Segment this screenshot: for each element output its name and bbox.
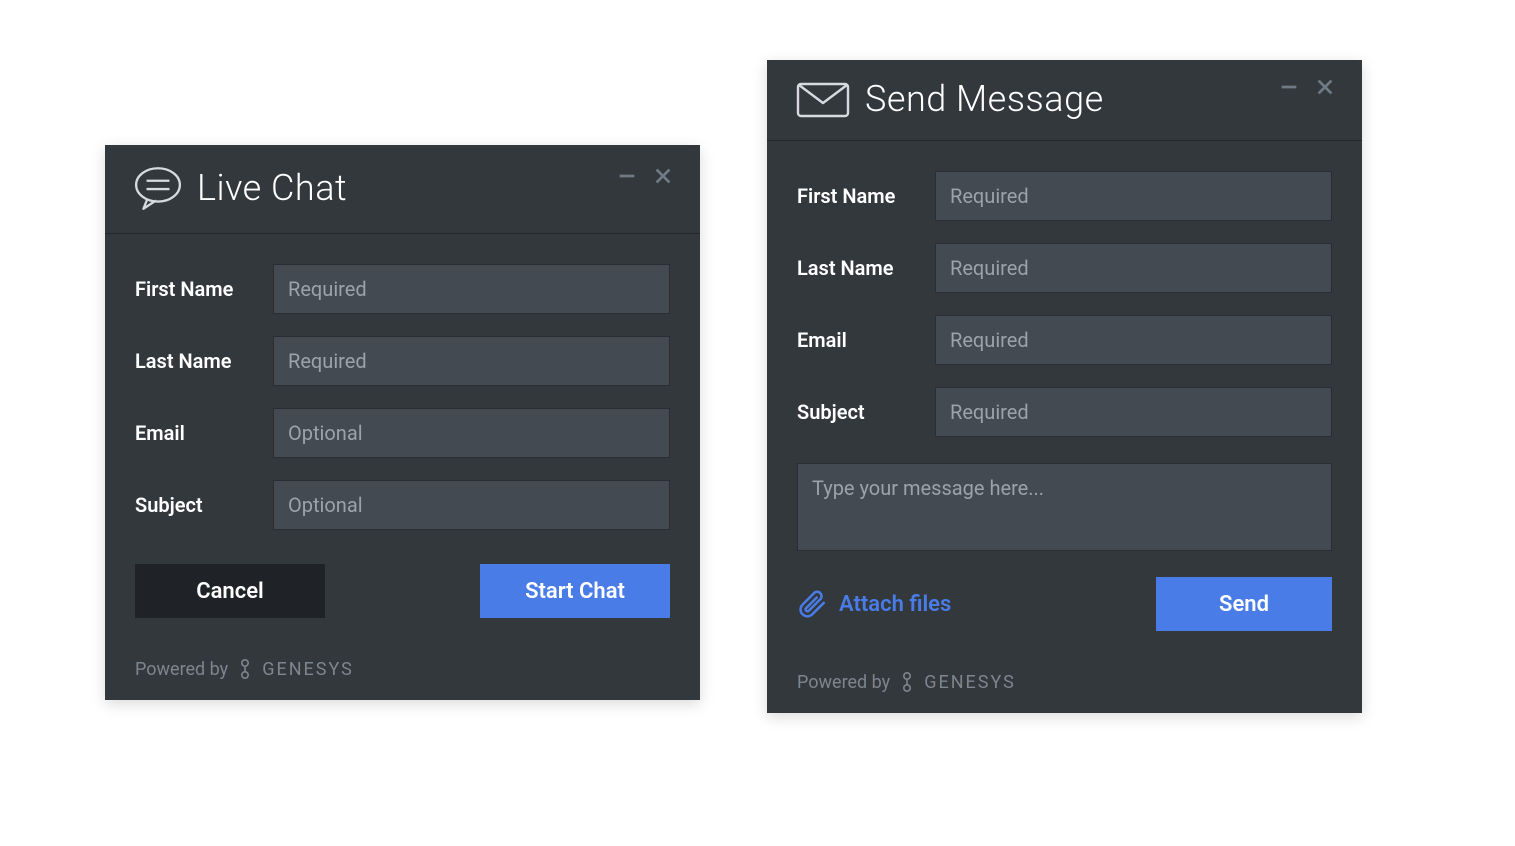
paperclip-icon	[797, 589, 827, 619]
send-message-header: Send Message	[767, 60, 1362, 141]
powered-by-text: Powered by	[135, 659, 228, 680]
send-message-button-row: Attach files Send	[797, 577, 1332, 631]
subject-input[interactable]	[273, 480, 670, 530]
email-label: Email	[135, 421, 273, 445]
close-button[interactable]	[1314, 76, 1336, 102]
powered-by-text: Powered by	[797, 672, 890, 693]
send-button[interactable]: Send	[1156, 577, 1332, 631]
live-chat-title: Live Chat	[197, 167, 616, 209]
email-input[interactable]	[935, 315, 1332, 365]
email-label: Email	[797, 328, 935, 352]
live-chat-widget: Live Chat First Name Last Name Email	[105, 145, 700, 700]
attach-files-button[interactable]: Attach files	[797, 589, 951, 619]
genesys-logo-icon	[898, 671, 916, 693]
subject-label: Subject	[135, 493, 273, 517]
chat-bubble-icon	[133, 163, 183, 213]
live-chat-header: Live Chat	[105, 145, 700, 234]
subject-label: Subject	[797, 400, 935, 424]
start-chat-button[interactable]: Start Chat	[480, 564, 670, 618]
minimize-button[interactable]	[1278, 76, 1300, 102]
last-name-row: Last Name	[797, 243, 1332, 293]
send-message-widget: Send Message First Name Last Name Email	[767, 60, 1362, 713]
email-input[interactable]	[273, 408, 670, 458]
send-message-form: First Name Last Name Email Subject	[767, 141, 1362, 653]
close-button[interactable]	[652, 165, 674, 191]
subject-row: Subject	[797, 387, 1332, 437]
first-name-input[interactable]	[273, 264, 670, 314]
live-chat-button-row: Cancel Start Chat	[135, 564, 670, 618]
envelope-icon	[795, 79, 851, 119]
last-name-input[interactable]	[273, 336, 670, 386]
live-chat-footer: Powered by GENESYS	[105, 640, 700, 700]
first-name-label: First Name	[135, 277, 273, 301]
first-name-row: First Name	[135, 264, 670, 314]
last-name-input[interactable]	[935, 243, 1332, 293]
attach-files-label: Attach files	[839, 592, 951, 617]
last-name-label: Last Name	[797, 256, 935, 280]
cancel-button[interactable]: Cancel	[135, 564, 325, 618]
last-name-label: Last Name	[135, 349, 273, 373]
genesys-logo-icon	[236, 658, 254, 680]
subject-input[interactable]	[935, 387, 1332, 437]
brand-name: GENESYS	[924, 672, 1016, 693]
live-chat-window-controls	[616, 165, 674, 191]
send-message-window-controls	[1278, 76, 1336, 102]
message-textarea[interactable]	[797, 463, 1332, 551]
email-row: Email	[135, 408, 670, 458]
brand-name: GENESYS	[262, 659, 354, 680]
first-name-label: First Name	[797, 184, 935, 208]
live-chat-form: First Name Last Name Email Subject Cance…	[105, 234, 700, 640]
last-name-row: Last Name	[135, 336, 670, 386]
send-message-footer: Powered by GENESYS	[767, 653, 1362, 713]
send-message-title: Send Message	[865, 78, 1278, 120]
subject-row: Subject	[135, 480, 670, 530]
first-name-row: First Name	[797, 171, 1332, 221]
first-name-input[interactable]	[935, 171, 1332, 221]
minimize-button[interactable]	[616, 165, 638, 191]
email-row: Email	[797, 315, 1332, 365]
